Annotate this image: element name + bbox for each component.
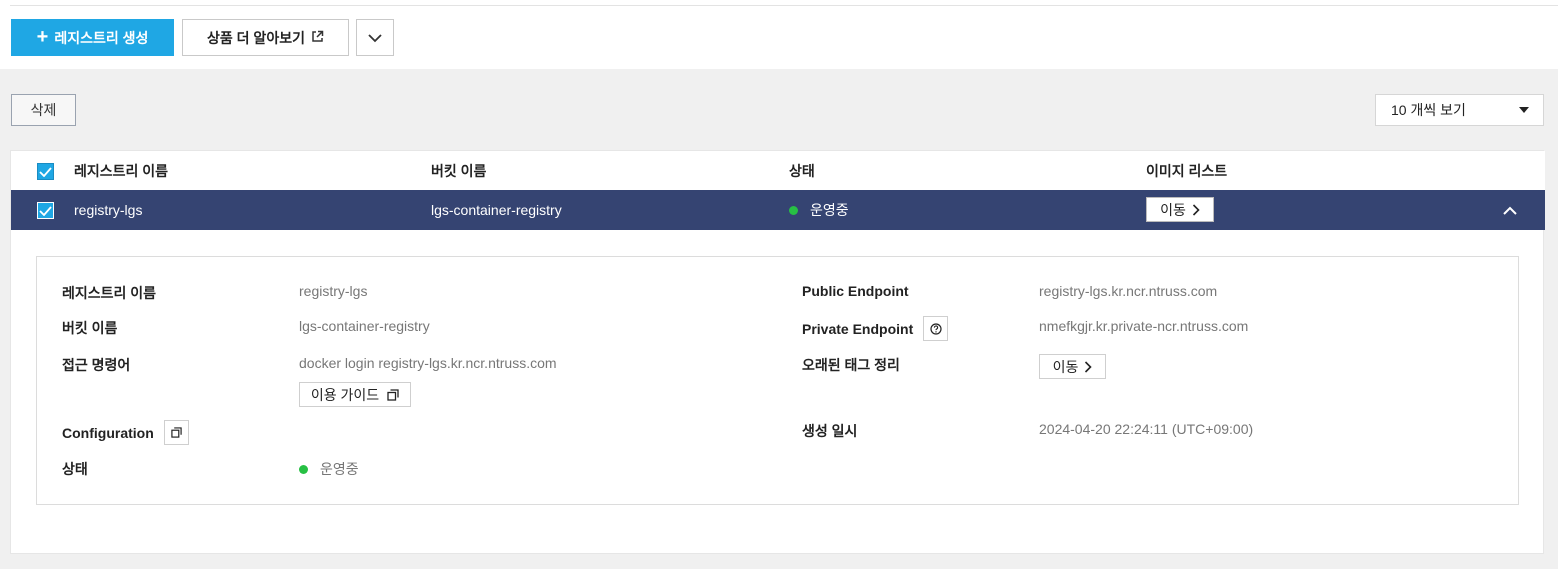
detail-old-tag-label: 오래된 태그 정리	[802, 357, 900, 373]
detail-configuration: Configuration	[62, 420, 189, 445]
detail-public-endpoint-value: registry-lgs.kr.ncr.ntruss.com	[1039, 283, 1218, 299]
image-list-move-button[interactable]: 이동	[1146, 197, 1214, 222]
learn-more-button[interactable]: 상품 더 알아보기	[182, 19, 349, 56]
table-row[interactable]: registry-lgs lgs-container-registry 운영중 …	[11, 190, 1545, 230]
detail-created-value: 2024-04-20 22:24:11 (UTC+09:00)	[1039, 421, 1254, 437]
header-bucket-name: 버킷 이름	[431, 163, 487, 179]
old-tag-cleanup-button[interactable]: 이동	[1039, 354, 1106, 379]
chevron-right-icon	[1085, 360, 1093, 373]
header-status: 상태	[789, 163, 815, 179]
page-size-select[interactable]: 10 개씩 보기	[1375, 94, 1544, 126]
detail-status-text: 운영중	[320, 461, 359, 477]
detail-created-label: 생성 일시	[802, 423, 858, 439]
detail-public-endpoint-label: Public Endpoint	[802, 283, 909, 299]
top-toolbar: + 레지스트리 생성 상품 더 알아보기	[0, 0, 1558, 69]
learn-more-label: 상품 더 알아보기	[207, 29, 305, 46]
plus-icon: +	[36, 25, 49, 48]
row-registry-name: registry-lgs	[74, 202, 143, 218]
external-link-icon	[311, 30, 324, 46]
chevron-down-icon	[368, 30, 382, 46]
detail-registry-name-label: 레지스트리 이름	[62, 285, 157, 301]
chevron-up-icon	[1503, 206, 1517, 215]
detail-registry-name-value: registry-lgs	[299, 283, 368, 299]
row-bucket-name: lgs-container-registry	[431, 202, 562, 218]
registry-detail-panel: 레지스트리 이름 registry-lgs 버킷 이름 lgs-containe…	[36, 256, 1519, 505]
status-dot-icon	[789, 205, 798, 215]
copy-icon	[171, 427, 182, 438]
detail-private-endpoint-value: nmefkgjr.kr.private-ncr.ntruss.com	[1039, 318, 1249, 334]
configuration-copy-button[interactable]	[163, 420, 189, 445]
delete-button[interactable]: 삭제	[11, 94, 76, 126]
row-status: 운영중	[789, 190, 849, 230]
old-tag-cleanup-label: 이동	[1052, 358, 1079, 375]
more-dropdown-button[interactable]	[356, 19, 394, 56]
chevron-right-icon	[1192, 203, 1200, 216]
copy-icon	[387, 388, 399, 401]
create-registry-label: 레지스트리 생성	[54, 29, 149, 46]
detail-status-label: 상태	[62, 461, 88, 477]
header-image-list: 이미지 리스트	[1146, 163, 1228, 179]
help-icon	[930, 322, 942, 335]
checkbox-checked-icon	[39, 205, 52, 216]
detail-status-value: 운영중	[299, 459, 359, 479]
caret-down-icon	[1519, 107, 1529, 113]
detail-access-cmd-value: docker login registry-lgs.kr.ncr.ntruss.…	[299, 355, 557, 371]
detail-private-endpoint: Private Endpoint	[802, 316, 949, 341]
detail-access-cmd-label: 접근 명령어	[62, 357, 131, 373]
detail-bucket-label: 버킷 이름	[62, 320, 118, 336]
image-list-move-label: 이동	[1160, 201, 1186, 218]
detail-private-endpoint-label: Private Endpoint	[802, 320, 914, 337]
collapse-row-button[interactable]	[1503, 202, 1517, 218]
row-status-label: 운영중	[810, 202, 849, 218]
detail-configuration-label: Configuration	[62, 424, 154, 441]
checkbox-checked-icon	[39, 166, 52, 177]
table-header: 레지스트리 이름 버킷 이름 상태 이미지 리스트	[11, 151, 1545, 191]
header-registry-name: 레지스트리 이름	[74, 163, 169, 179]
row-checkbox[interactable]	[37, 202, 54, 219]
select-all-checkbox[interactable]	[37, 163, 54, 180]
registry-table: 레지스트리 이름 버킷 이름 상태 이미지 리스트 registry-lgs l…	[10, 150, 1545, 554]
private-endpoint-help-button[interactable]	[923, 316, 949, 341]
create-registry-button[interactable]: + 레지스트리 생성	[11, 19, 174, 56]
top-divider	[10, 5, 1558, 6]
page-size-value: 10 개씩 보기	[1391, 102, 1466, 118]
detail-bucket-value: lgs-container-registry	[299, 318, 430, 334]
usage-guide-button[interactable]: 이용 가이드	[299, 382, 411, 407]
usage-guide-label: 이용 가이드	[310, 386, 380, 403]
status-dot-icon	[299, 464, 308, 474]
